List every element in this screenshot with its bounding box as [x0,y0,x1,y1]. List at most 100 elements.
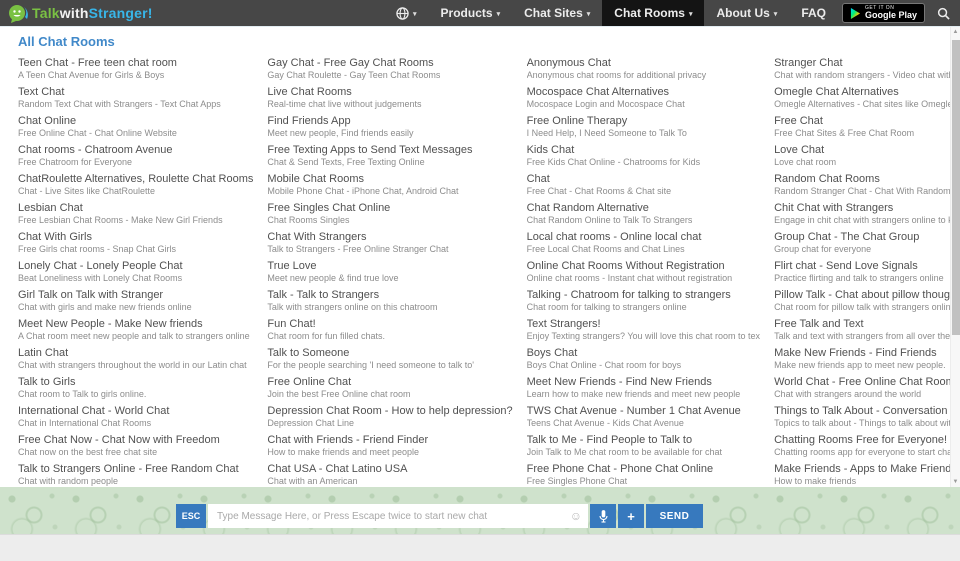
message-input[interactable] [208,504,588,528]
nav-item-chat-rooms[interactable]: Chat Rooms ▾ [602,0,704,26]
chat-room-link[interactable]: Stranger ChatChat with random strangers … [774,57,960,80]
chat-room-link[interactable]: Teen Chat - Free teen chat roomA Teen Ch… [18,57,253,80]
chat-room-link[interactable]: Mobile Chat RoomsMobile Phone Chat - iPh… [267,173,512,196]
chat-room-link[interactable]: Talk to Strangers Online - Free Random C… [18,463,253,486]
chat-room-link[interactable]: Talk to GirlsChat room to Talk to girls … [18,376,253,399]
chat-room-link[interactable]: Live Chat RoomsReal-time chat live witho… [267,86,512,109]
chat-room-link[interactable]: Chat rooms - Chatroom AvenueFree Chatroo… [18,144,253,167]
chat-room-title[interactable]: Pillow Talk - Chat about pillow thoughts [774,289,960,301]
chat-room-link[interactable]: Group Chat - The Chat GroupGroup chat fo… [774,231,960,254]
chat-room-title[interactable]: Online Chat Rooms Without Registration [527,260,760,272]
emoji-icon[interactable]: ☺ [570,510,582,522]
chat-room-title[interactable]: Chat with Friends - Friend Finder [267,434,512,446]
chat-room-link[interactable]: World Chat - Free Online Chat RoomChat w… [774,376,960,399]
chat-room-title[interactable]: Stranger Chat [774,57,960,69]
chat-room-link[interactable]: Free Phone Chat - Phone Chat OnlineFree … [527,463,760,486]
chat-room-title[interactable]: Free Talk and Text [774,318,960,330]
chat-room-title[interactable]: Random Chat Rooms [774,173,960,185]
chat-room-link[interactable]: Make Friends - Apps to Make FriendsHow t… [774,463,960,486]
chat-room-link[interactable]: Boys ChatBoys Chat Online - Chat room fo… [527,347,760,370]
chat-room-title[interactable]: Talk to Strangers Online - Free Random C… [18,463,253,475]
chat-room-title[interactable]: Gay Chat - Free Gay Chat Rooms [267,57,512,69]
nav-item-chat-sites[interactable]: Chat Sites ▾ [512,0,602,26]
chat-room-title[interactable]: Free Chat [774,115,960,127]
chat-room-link[interactable]: Random Chat RoomsRandom Stranger Chat - … [774,173,960,196]
chat-room-link[interactable]: Anonymous ChatAnonymous chat rooms for a… [527,57,760,80]
chat-room-title[interactable]: Chat rooms - Chatroom Avenue [18,144,253,156]
chat-room-title[interactable]: Free Chat Now - Chat Now with Freedom [18,434,253,446]
chat-room-title[interactable]: Lonely Chat - Lonely People Chat [18,260,253,272]
chat-room-title[interactable]: Mocospace Chat Alternatives [527,86,760,98]
chat-room-title[interactable]: International Chat - World Chat [18,405,253,417]
chat-room-title[interactable]: Free Singles Chat Online [267,202,512,214]
chat-room-link[interactable]: Depression Chat Room - How to help depre… [267,405,512,428]
microphone-button[interactable] [590,504,616,528]
chat-room-link[interactable]: Lonely Chat - Lonely People ChatBeat Lon… [18,260,253,283]
chat-room-title[interactable]: Chatting Rooms Free for Everyone! [774,434,960,446]
chat-room-title[interactable]: Chat Online [18,115,253,127]
chat-room-link[interactable]: Love ChatLove chat room [774,144,960,167]
vertical-scrollbar[interactable]: ▲ ▼ [950,27,960,487]
chat-room-link[interactable]: Lesbian ChatFree Lesbian Chat Rooms - Ma… [18,202,253,225]
search-icon[interactable] [933,0,960,26]
chat-room-link[interactable]: Talking - Chatroom for talking to strang… [527,289,760,312]
chat-room-title[interactable]: Talk to Girls [18,376,253,388]
chat-room-title[interactable]: Kids Chat [527,144,760,156]
chat-room-link[interactable]: Kids ChatFree Kids Chat Online - Chatroo… [527,144,760,167]
nav-item-faq[interactable]: FAQ [789,0,838,26]
chat-room-title[interactable]: Talk to Someone [267,347,512,359]
chat-room-link[interactable]: Mocospace Chat AlternativesMocospace Log… [527,86,760,109]
chat-room-link[interactable]: Latin ChatChat with strangers throughout… [18,347,253,370]
chat-room-title[interactable]: Chat [527,173,760,185]
nav-item-products[interactable]: Products ▾ [429,0,513,26]
chat-room-title[interactable]: Find Friends App [267,115,512,127]
chat-room-title[interactable]: Lesbian Chat [18,202,253,214]
chat-room-link[interactable]: Girl Talk on Talk with StrangerChat with… [18,289,253,312]
chat-room-link[interactable]: Chit Chat with StrangersEngage in chit c… [774,202,960,225]
chat-room-link[interactable]: True LoveMeet new people & find true lov… [267,260,512,283]
esc-button[interactable]: ESC [176,504,206,528]
scroll-down-icon[interactable]: ▼ [951,478,960,486]
chat-room-title[interactable]: Meet New People - Make New friends [18,318,253,330]
chat-room-link[interactable]: Chat with Friends - Friend FinderHow to … [267,434,512,457]
chat-room-title[interactable]: TWS Chat Avenue - Number 1 Chat Avenue [527,405,760,417]
nav-item-language[interactable]: ▾ [384,0,429,26]
chat-room-link[interactable]: Omegle Chat AlternativesOmegle Alternati… [774,86,960,109]
add-attachment-button[interactable]: + [618,504,644,528]
chat-room-link[interactable]: Chat With GirlsFree Girls chat rooms - S… [18,231,253,254]
chat-room-title[interactable]: Free Phone Chat - Phone Chat Online [527,463,760,475]
chat-room-link[interactable]: Fun Chat!Chat room for fun filled chats. [267,318,512,341]
chat-room-title[interactable]: Omegle Chat Alternatives [774,86,960,98]
chat-room-link[interactable]: Chat OnlineFree Online Chat - Chat Onlin… [18,115,253,138]
chat-room-title[interactable]: Talking - Chatroom for talking to strang… [527,289,760,301]
chat-room-link[interactable]: Gay Chat - Free Gay Chat RoomsGay Chat R… [267,57,512,80]
chat-room-link[interactable]: Online Chat Rooms Without RegistrationOn… [527,260,760,283]
chat-room-link[interactable]: Free Singles Chat OnlineChat Rooms Singl… [267,202,512,225]
chat-room-title[interactable]: Depression Chat Room - How to help depre… [267,405,512,417]
chat-room-link[interactable]: Meet New People - Make New friendsA Chat… [18,318,253,341]
chat-room-title[interactable]: Make New Friends - Find Friends [774,347,960,359]
chat-room-title[interactable]: ChatRoulette Alternatives, Roulette Chat… [18,173,253,185]
chat-room-link[interactable]: ChatFree Chat - Chat Rooms & Chat site [527,173,760,196]
chat-room-link[interactable]: Flirt chat - Send Love SignalsPractice f… [774,260,960,283]
chat-room-title[interactable]: Text Strangers! [527,318,760,330]
chat-room-title[interactable]: Girl Talk on Talk with Stranger [18,289,253,301]
chat-room-title[interactable]: Free Online Chat [267,376,512,388]
chat-room-title[interactable]: Free Texting Apps to Send Text Messages [267,144,512,156]
scroll-up-icon[interactable]: ▲ [951,28,960,36]
chat-room-title[interactable]: Chat USA - Chat Latino USA [267,463,512,475]
chat-room-title[interactable]: Chat Random Alternative [527,202,760,214]
chat-room-link[interactable]: Things to Talk About - Conversation Topi… [774,405,960,428]
chat-room-title[interactable]: Chit Chat with Strangers [774,202,960,214]
chat-room-title[interactable]: Anonymous Chat [527,57,760,69]
chat-room-title[interactable]: Mobile Chat Rooms [267,173,512,185]
chat-room-link[interactable]: TWS Chat Avenue - Number 1 Chat AvenueTe… [527,405,760,428]
chat-room-link[interactable]: Talk to Me - Find People to Talk toJoin … [527,434,760,457]
chat-room-link[interactable]: Find Friends AppMeet new people, Find fr… [267,115,512,138]
chat-room-title[interactable]: Talk to Me - Find People to Talk to [527,434,760,446]
chat-room-link[interactable]: Pillow Talk - Chat about pillow thoughts… [774,289,960,312]
chat-room-link[interactable]: Make New Friends - Find FriendsMake new … [774,347,960,370]
nav-item-about-us[interactable]: About Us ▾ [704,0,789,26]
chat-room-title[interactable]: Live Chat Rooms [267,86,512,98]
scrollbar-thumb[interactable] [952,40,960,335]
